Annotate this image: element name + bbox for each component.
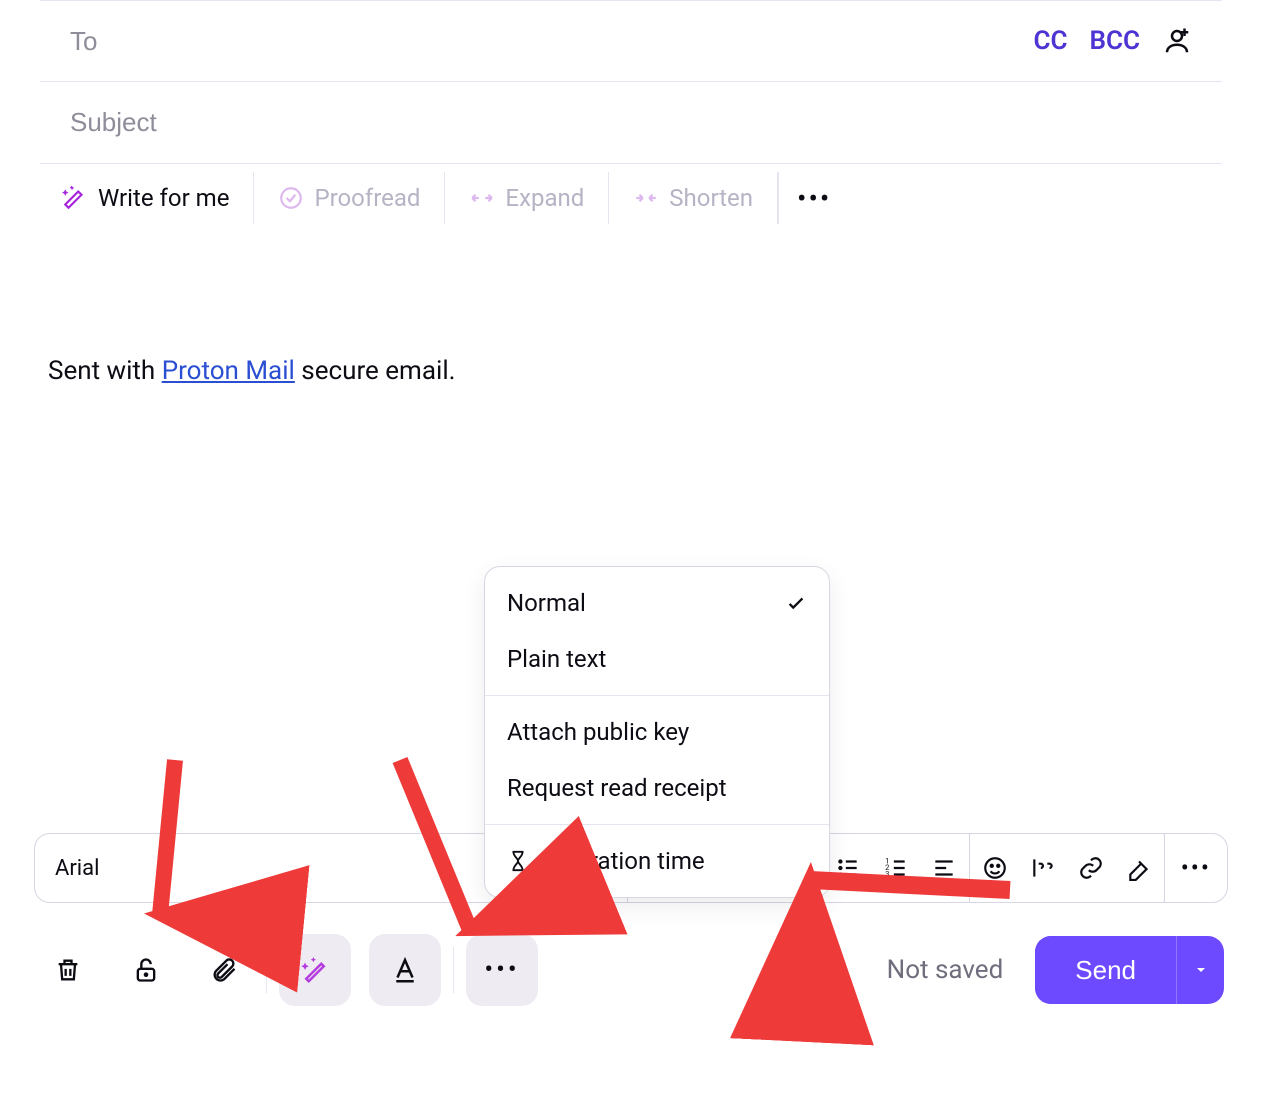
shorten-button[interactable]: Shorten <box>609 172 778 224</box>
paperclip-icon <box>210 956 238 984</box>
menu-item-normal-label: Normal <box>507 589 586 617</box>
encryption-button[interactable] <box>116 940 176 1000</box>
more-options-menu: Normal Plain text Attach public key Requ… <box>484 566 830 898</box>
delete-button[interactable] <box>38 940 98 1000</box>
menu-item-expiration-label: Expiration time <box>545 847 705 875</box>
compose-body[interactable]: Sent with Proton Mail secure email. <box>0 232 1262 386</box>
unordered-list-icon[interactable] <box>835 855 861 881</box>
shorten-arrows-icon <box>633 185 659 211</box>
menu-item-read-receipt[interactable]: Request read receipt <box>485 760 829 816</box>
more-options-button[interactable]: ••• <box>466 934 538 1006</box>
menu-item-expiration[interactable]: Expiration time <box>485 833 829 889</box>
proton-mail-link[interactable]: Proton Mail <box>162 356 295 386</box>
hourglass-icon <box>507 850 529 872</box>
align-icon[interactable] <box>931 855 957 881</box>
menu-item-attach-key-label: Attach public key <box>507 718 689 746</box>
ai-toolbar: Write for me Proofread Expand Shorten ••… <box>40 164 1222 232</box>
link-icon[interactable] <box>1078 855 1104 881</box>
text-a-icon <box>390 955 420 985</box>
magic-pen-icon <box>62 185 88 211</box>
menu-item-plain-label: Plain text <box>507 645 606 673</box>
bottom-toolbar: ••• Not saved Send <box>38 932 1224 1008</box>
subject-row <box>40 82 1222 164</box>
signature-prefix: Sent with <box>48 356 162 386</box>
expand-button[interactable]: Expand <box>445 172 609 224</box>
proofread-button[interactable]: Proofread <box>254 172 445 224</box>
menu-item-normal[interactable]: Normal <box>485 575 829 631</box>
check-icon <box>785 592 807 614</box>
menu-item-attach-key[interactable]: Attach public key <box>485 704 829 760</box>
emoji-icon[interactable] <box>982 855 1008 881</box>
shorten-label: Shorten <box>669 184 753 212</box>
menu-item-plain-text[interactable]: Plain text <box>485 631 829 687</box>
dots-icon: ••• <box>484 955 519 985</box>
subject-input[interactable] <box>70 107 1192 138</box>
magic-wand-icon <box>300 955 330 985</box>
send-group: Send <box>1035 936 1224 1004</box>
clear-format-icon[interactable] <box>1126 855 1152 881</box>
ai-assist-button[interactable] <box>279 934 351 1006</box>
save-status: Not saved <box>887 955 1004 985</box>
check-circle-icon <box>278 185 304 211</box>
format-more-button[interactable]: ••• <box>1165 854 1227 882</box>
quote-icon[interactable] <box>1030 855 1056 881</box>
signature-suffix: secure email. <box>295 356 456 386</box>
expand-label: Expand <box>505 184 584 212</box>
add-contact-icon[interactable] <box>1162 26 1192 56</box>
cc-button[interactable]: CC <box>1033 26 1067 56</box>
proofread-label: Proofread <box>314 184 420 212</box>
bcc-button[interactable]: BCC <box>1089 26 1140 56</box>
ordered-list-icon[interactable]: 123 <box>883 855 909 881</box>
text-format-button[interactable] <box>369 934 441 1006</box>
write-for-me-label: Write for me <box>98 184 229 212</box>
menu-item-read-receipt-label: Request read receipt <box>507 774 727 802</box>
write-for-me-button[interactable]: Write for me <box>62 172 254 224</box>
font-family-label: Arial <box>55 856 99 881</box>
lock-icon <box>132 956 160 984</box>
expand-arrows-icon <box>469 185 495 211</box>
send-dropdown-button[interactable] <box>1176 936 1224 1004</box>
send-button[interactable]: Send <box>1035 936 1176 1004</box>
ai-more-button[interactable]: ••• <box>779 182 849 215</box>
to-row: CC BCC <box>40 0 1222 82</box>
chevron-down-icon <box>1193 962 1209 978</box>
font-family-selector[interactable]: Arial <box>35 834 528 902</box>
to-input[interactable] <box>70 26 1033 57</box>
attachment-button[interactable] <box>194 940 254 1000</box>
trash-icon <box>54 956 82 984</box>
svg-text:3: 3 <box>885 870 889 879</box>
